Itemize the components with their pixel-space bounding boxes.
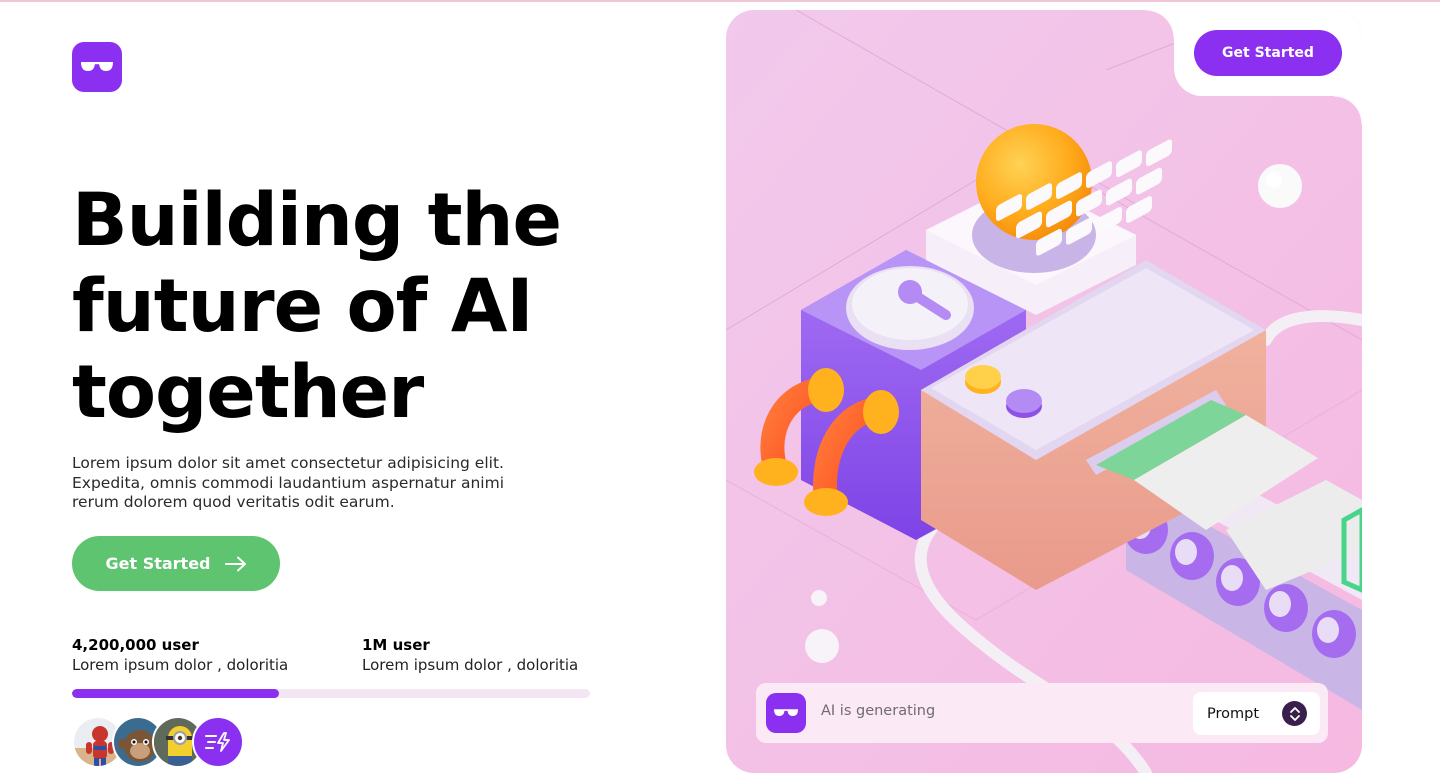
hero-illustration (726, 10, 1362, 773)
get-started-label: Get Started (105, 554, 211, 573)
glasses-icon (774, 709, 798, 716)
stat-users-total: 4,200,000 user Lorem ipsum dolor , dolor… (72, 636, 288, 675)
panel-notch-corner (1146, 10, 1174, 38)
prompt-dropdown[interactable]: Prompt (1193, 692, 1320, 735)
top-divider (0, 0, 1440, 2)
stat-value: 1M user (362, 636, 430, 654)
chevron-up-down-icon (1282, 701, 1307, 726)
stat-value: 4,200,000 user (72, 636, 199, 654)
header-get-started-button[interactable]: Get Started (1194, 30, 1342, 76)
get-started-button[interactable]: Get Started (72, 536, 280, 591)
hero-title-line: together (72, 350, 424, 435)
avatar-more-button[interactable] (192, 716, 244, 768)
glasses-icon (81, 62, 113, 71)
hero-title-line: Building the (72, 178, 562, 263)
stat-description: Lorem ipsum dolor , doloritia (362, 656, 579, 674)
arrow-right-icon (224, 556, 246, 571)
prompt-label: Prompt (1207, 705, 1260, 722)
progress-bar (72, 689, 590, 698)
stat-users-million: 1M user Lorem ipsum dolor , doloritia (362, 636, 578, 675)
ai-generating-bar: AI is generating Prompt (756, 683, 1328, 743)
brand-logo[interactable] (72, 42, 122, 92)
progress-fill (72, 689, 280, 698)
hero-description: Lorem ipsum dolor sit amet consectetur a… (72, 454, 505, 511)
ai-status-text: AI is generating (821, 703, 936, 719)
hero-title-line: future of AI (72, 264, 534, 349)
brand-logo-small (766, 693, 806, 733)
illustration-art (726, 10, 1362, 773)
hero-title: Building the future of AI together (72, 178, 672, 436)
lightning-list-icon (205, 732, 230, 752)
panel-notch-corner (1334, 96, 1362, 124)
stat-description: Lorem ipsum dolor , doloritia (72, 656, 289, 674)
